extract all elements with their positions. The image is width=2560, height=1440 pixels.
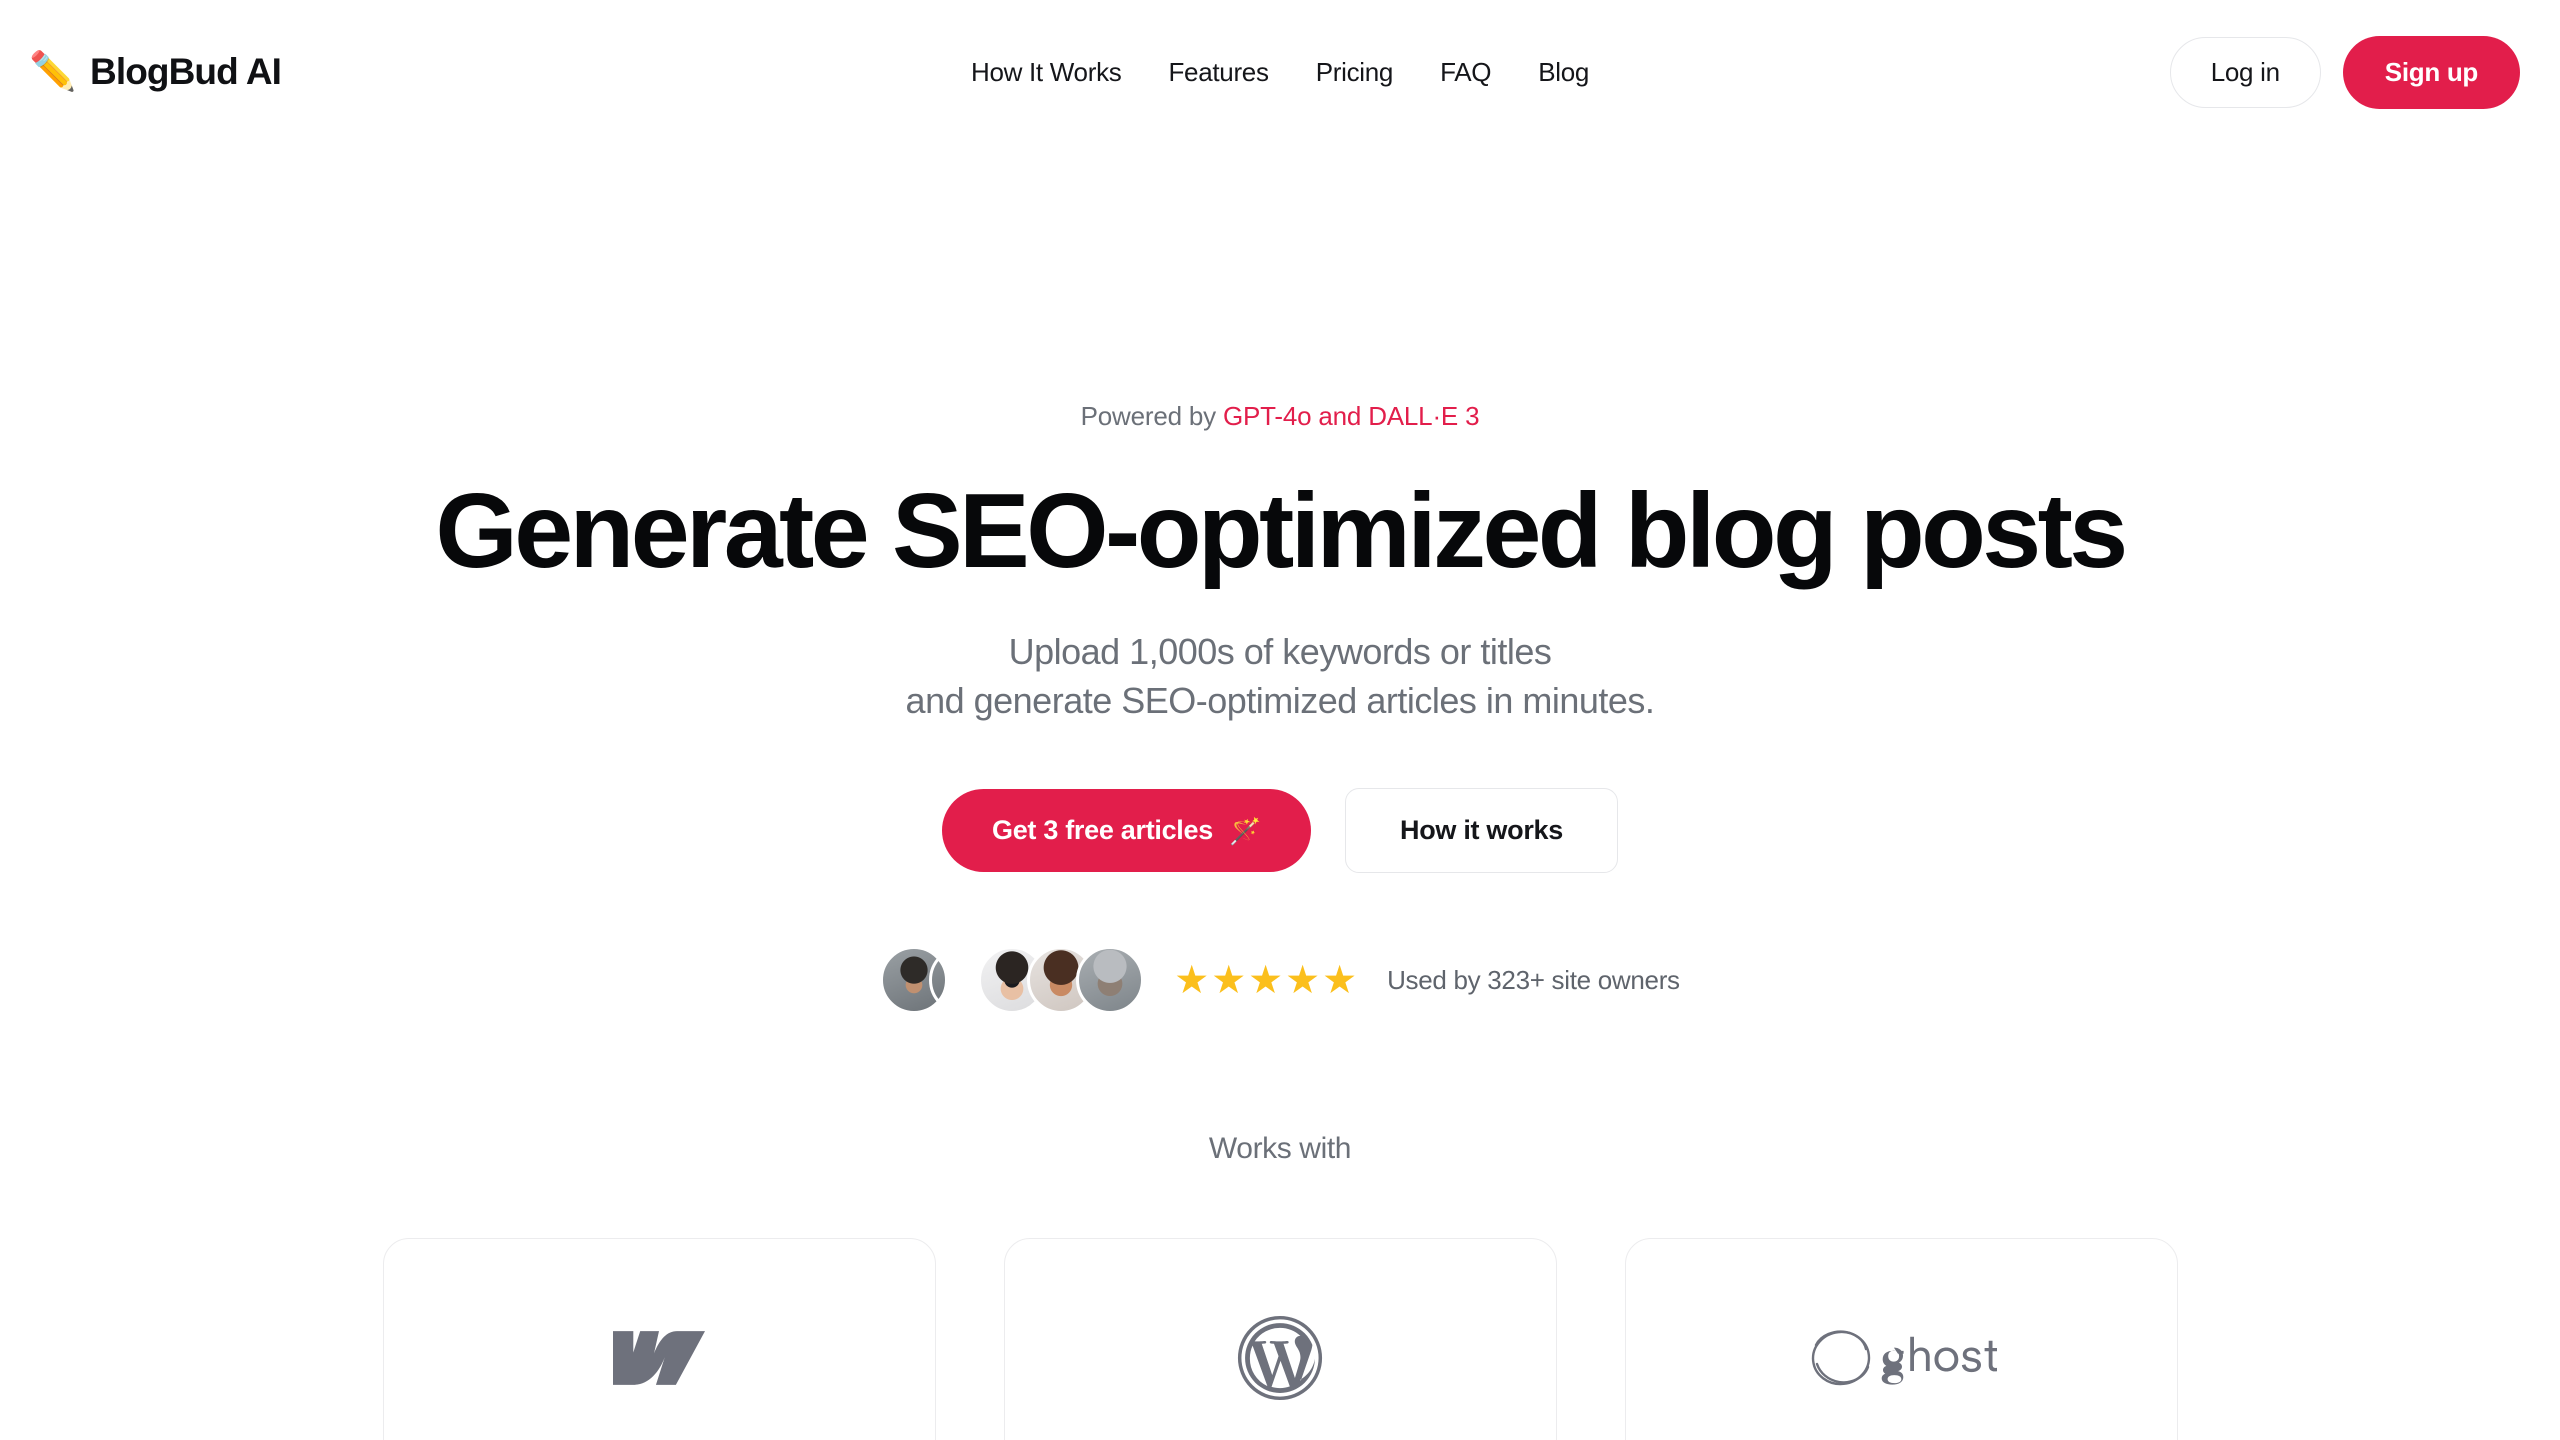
- star-icon: ★: [1285, 958, 1321, 1002]
- social-proof: ★ ★ ★ ★ ★ Used by 323+ site owners: [0, 946, 2560, 1015]
- works-with-title: Works with: [1208, 1132, 1352, 1166]
- nav-item-features[interactable]: Features: [1168, 57, 1269, 88]
- star-icon: ★: [1211, 958, 1247, 1002]
- hero-subtitle: Upload 1,000s of keywords or titles and …: [0, 628, 2560, 726]
- wordpress-logo-icon: [1237, 1315, 1323, 1401]
- webflow-logo-icon: [613, 1327, 705, 1389]
- avatar: [1076, 946, 1145, 1015]
- nav-item-pricing[interactable]: Pricing: [1316, 57, 1394, 88]
- hero-subtitle-line-2: and generate SEO-optimized articles in m…: [905, 680, 1655, 722]
- get-free-articles-label: Get 3 free articles: [992, 815, 1213, 846]
- platform-card-ghost[interactable]: [1624, 1238, 2178, 1440]
- site-header: ✏️ BlogBud AI How It Works Features Pric…: [0, 0, 2560, 144]
- pencil-icon: ✏️: [29, 51, 77, 93]
- star-icon: ★: [1322, 958, 1358, 1002]
- platform-card-webflow[interactable]: [382, 1238, 936, 1440]
- ghost-logo-icon: [1805, 1323, 1997, 1393]
- powered-by-label: Powered by GPT-4o and DALL·E 3: [0, 401, 2560, 432]
- star-icon: ★: [1174, 958, 1210, 1002]
- avatar-group: [880, 946, 1145, 1015]
- hero-section: Powered by GPT-4o and DALL·E 3 Generate …: [0, 144, 2560, 1440]
- login-button[interactable]: Log in: [2169, 36, 2321, 108]
- powered-by-prefix: Powered by: [1080, 401, 1223, 431]
- nav-item-how-it-works[interactable]: How It Works: [971, 57, 1122, 88]
- hero-cta-row: Get 3 free articles 🪄 How it works: [0, 788, 2560, 874]
- platform-logo-grid: [0, 1238, 2560, 1440]
- powered-by-models: GPT-4o and DALL·E 3: [1222, 401, 1480, 431]
- works-with-section: Works with: [0, 1132, 2560, 1440]
- magic-wand-icon: 🪄: [1228, 815, 1262, 846]
- signup-button[interactable]: Sign up: [2342, 35, 2520, 109]
- how-it-works-button[interactable]: How it works: [1345, 788, 1618, 874]
- star-icon: ★: [1248, 958, 1284, 1002]
- page-title: Generate SEO-optimized blog posts: [435, 472, 2128, 590]
- platform-card-wordpress[interactable]: [1003, 1238, 1557, 1440]
- social-proof-text: Used by 323+ site owners: [1387, 964, 1680, 995]
- get-free-articles-button[interactable]: Get 3 free articles 🪄: [942, 789, 1312, 873]
- auth-actions: Log in Sign up: [2169, 35, 2520, 109]
- brand-logo[interactable]: ✏️ BlogBud AI: [29, 49, 282, 95]
- nav-item-blog[interactable]: Blog: [1538, 57, 1589, 88]
- hero-subtitle-line-1: Upload 1,000s of keywords or titles: [1008, 631, 1552, 673]
- main-nav: How It Works Features Pricing FAQ Blog: [971, 57, 1589, 88]
- nav-item-faq[interactable]: FAQ: [1440, 57, 1491, 88]
- brand-name: BlogBud AI: [90, 51, 282, 92]
- star-rating: ★ ★ ★ ★ ★: [1174, 961, 1357, 1000]
